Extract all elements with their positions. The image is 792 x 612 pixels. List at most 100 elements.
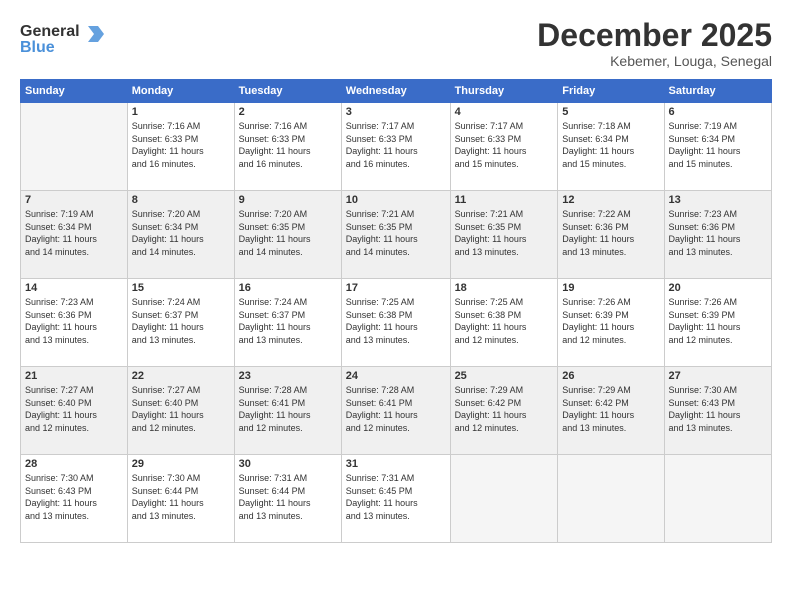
table-row: 3Sunrise: 7:17 AMSunset: 6:33 PMDaylight… (341, 103, 450, 191)
location-subtitle: Kebemer, Louga, Senegal (537, 53, 772, 69)
day-number: 25 (455, 370, 554, 382)
table-row: 29 Sunrise: 7:30 AMSunset: 6:44 PMDayligh… (127, 455, 234, 543)
header: General Blue December 2025 Kebemer, Loug… (20, 18, 772, 69)
page: General Blue December 2025 Kebemer, Loug… (0, 0, 792, 612)
day-number: 16 (239, 282, 337, 294)
col-saturday: Saturday (664, 80, 771, 103)
table-row: 17 Sunrise: 7:25 AMSunset: 6:38 PMDayligh… (341, 279, 450, 367)
table-row: 31Sunrise: 7:31 AMSunset: 6:45 PMDayligh… (341, 455, 450, 543)
table-row: 24 Sunrise: 7:28 AMSunset: 6:41 PMDayligh… (341, 367, 450, 455)
day-number: 4 (455, 106, 554, 118)
table-row: 23Sunrise: 7:28 AMSunset: 6:41 PMDayligh… (234, 367, 341, 455)
day-number: 6 (669, 106, 767, 118)
title-block: December 2025 Kebemer, Louga, Senegal (537, 18, 772, 69)
day-info: Sunrise: 7:25 AMSunset: 6:38 PMDaylight:… (346, 296, 446, 346)
day-info: Sunrise: 7:30 AMSunset: 6:43 PMDaylight:… (669, 384, 767, 434)
day-info: Sunrise: 7:22 AMSunset: 6:36 PMDaylight:… (562, 208, 659, 258)
day-number: 17 (346, 282, 446, 294)
day-info: Sunrise: 7:28 AMSunset: 6:41 PMDaylight:… (346, 384, 446, 434)
day-number: 13 (669, 194, 767, 206)
day-info: Sunrise: 7:29 AMSunset: 6:42 PMDaylight:… (562, 384, 659, 434)
logo: General Blue (20, 18, 110, 65)
day-number: 7 (25, 194, 123, 206)
day-info: Sunrise: 7:30 AMSunset: 6:44 PMDaylight:… (132, 472, 230, 522)
day-number: 12 (562, 194, 659, 206)
month-title: December 2025 (537, 18, 772, 53)
day-number: 30 (239, 458, 337, 470)
col-friday: Friday (558, 80, 664, 103)
table-row: 5 Sunrise: 7:18 AMSunset: 6:34 PMDaylight… (558, 103, 664, 191)
table-row: 28 Sunrise: 7:30 AMSunset: 6:43 PMDayligh… (21, 455, 128, 543)
table-row (450, 455, 558, 543)
day-number: 22 (132, 370, 230, 382)
day-number: 8 (132, 194, 230, 206)
table-row: 13 Sunrise: 7:23 AMSunset: 6:36 PMDayligh… (664, 191, 771, 279)
col-tuesday: Tuesday (234, 80, 341, 103)
table-row: 30Sunrise: 7:31 AMSunset: 6:44 PMDayligh… (234, 455, 341, 543)
table-row: 20Sunrise: 7:26 AMSunset: 6:39 PMDayligh… (664, 279, 771, 367)
table-row: 26 Sunrise: 7:29 AMSunset: 6:42 PMDayligh… (558, 367, 664, 455)
table-row: 7 Sunrise: 7:19 AMSunset: 6:34 PMDaylight… (21, 191, 128, 279)
day-info: Sunrise: 7:27 AMSunset: 6:40 PMDaylight:… (25, 384, 123, 434)
day-number: 20 (669, 282, 767, 294)
day-number: 18 (455, 282, 554, 294)
table-row: 9 Sunrise: 7:20 AMSunset: 6:35 PMDaylight… (234, 191, 341, 279)
day-info: Sunrise: 7:20 AMSunset: 6:34 PMDaylight:… (132, 208, 230, 258)
calendar-week-row: 21 Sunrise: 7:27 AMSunset: 6:40 PMDayligh… (21, 367, 772, 455)
day-number: 11 (455, 194, 554, 206)
day-number: 29 (132, 458, 230, 470)
day-info: Sunrise: 7:18 AMSunset: 6:34 PMDaylight:… (562, 120, 659, 170)
day-info: Sunrise: 7:19 AMSunset: 6:34 PMDaylight:… (25, 208, 123, 258)
day-info: Sunrise: 7:27 AMSunset: 6:40 PMDaylight:… (132, 384, 230, 434)
calendar-week-row: 1 Sunrise: 7:16 AMSunset: 6:33 PMDaylight… (21, 103, 772, 191)
day-info: Sunrise: 7:26 AMSunset: 6:39 PMDaylight:… (562, 296, 659, 346)
day-info: Sunrise: 7:25 AMSunset: 6:38 PMDaylight:… (455, 296, 554, 346)
table-row: 12 Sunrise: 7:22 AMSunset: 6:36 PMDayligh… (558, 191, 664, 279)
calendar-week-row: 14Sunrise: 7:23 AMSunset: 6:36 PMDayligh… (21, 279, 772, 367)
day-number: 27 (669, 370, 767, 382)
table-row: 2 Sunrise: 7:16 AMSunset: 6:33 PMDaylight… (234, 103, 341, 191)
day-info: Sunrise: 7:24 AMSunset: 6:37 PMDaylight:… (239, 296, 337, 346)
calendar-header-row: Sunday Monday Tuesday Wednesday Thursday… (21, 80, 772, 103)
day-number: 5 (562, 106, 659, 118)
day-number: 2 (239, 106, 337, 118)
day-info: Sunrise: 7:17 AMSunset: 6:33 PMDaylight:… (346, 120, 446, 170)
table-row: 10Sunrise: 7:21 AMSunset: 6:35 PMDayligh… (341, 191, 450, 279)
day-number: 1 (132, 106, 230, 118)
table-row: 16 Sunrise: 7:24 AMSunset: 6:37 PMDayligh… (234, 279, 341, 367)
day-number: 28 (25, 458, 123, 470)
col-monday: Monday (127, 80, 234, 103)
table-row: 6 Sunrise: 7:19 AMSunset: 6:34 PMDaylight… (664, 103, 771, 191)
day-info: Sunrise: 7:16 AMSunset: 6:33 PMDaylight:… (132, 120, 230, 170)
col-sunday: Sunday (21, 80, 128, 103)
table-row (558, 455, 664, 543)
day-info: Sunrise: 7:30 AMSunset: 6:43 PMDaylight:… (25, 472, 123, 522)
table-row: 18 Sunrise: 7:25 AMSunset: 6:38 PMDayligh… (450, 279, 558, 367)
table-row: 25 Sunrise: 7:29 AMSunset: 6:42 PMDayligh… (450, 367, 558, 455)
day-number: 26 (562, 370, 659, 382)
day-number: 24 (346, 370, 446, 382)
calendar-week-row: 7 Sunrise: 7:19 AMSunset: 6:34 PMDaylight… (21, 191, 772, 279)
col-thursday: Thursday (450, 80, 558, 103)
day-info: Sunrise: 7:17 AMSunset: 6:33 PMDaylight:… (455, 120, 554, 170)
day-info: Sunrise: 7:20 AMSunset: 6:35 PMDaylight:… (239, 208, 337, 258)
table-row (664, 455, 771, 543)
day-info: Sunrise: 7:19 AMSunset: 6:34 PMDaylight:… (669, 120, 767, 170)
day-number: 31 (346, 458, 446, 470)
calendar-week-row: 28 Sunrise: 7:30 AMSunset: 6:43 PMDayligh… (21, 455, 772, 543)
day-info: Sunrise: 7:28 AMSunset: 6:41 PMDaylight:… (239, 384, 337, 434)
table-row: 15Sunrise: 7:24 AMSunset: 6:37 PMDayligh… (127, 279, 234, 367)
day-info: Sunrise: 7:23 AMSunset: 6:36 PMDaylight:… (669, 208, 767, 258)
table-row: 27 Sunrise: 7:30 AMSunset: 6:43 PMDayligh… (664, 367, 771, 455)
table-row: 19 Sunrise: 7:26 AMSunset: 6:39 PMDayligh… (558, 279, 664, 367)
day-info: Sunrise: 7:16 AMSunset: 6:33 PMDaylight:… (239, 120, 337, 170)
day-number: 15 (132, 282, 230, 294)
day-number: 9 (239, 194, 337, 206)
day-number: 19 (562, 282, 659, 294)
table-row: 14Sunrise: 7:23 AMSunset: 6:36 PMDayligh… (21, 279, 128, 367)
table-row: 1 Sunrise: 7:16 AMSunset: 6:33 PMDaylight… (127, 103, 234, 191)
table-row: 22 Sunrise: 7:27 AMSunset: 6:40 PMDayligh… (127, 367, 234, 455)
svg-text:Blue: Blue (20, 39, 55, 56)
day-number: 21 (25, 370, 123, 382)
day-info: Sunrise: 7:29 AMSunset: 6:42 PMDaylight:… (455, 384, 554, 434)
